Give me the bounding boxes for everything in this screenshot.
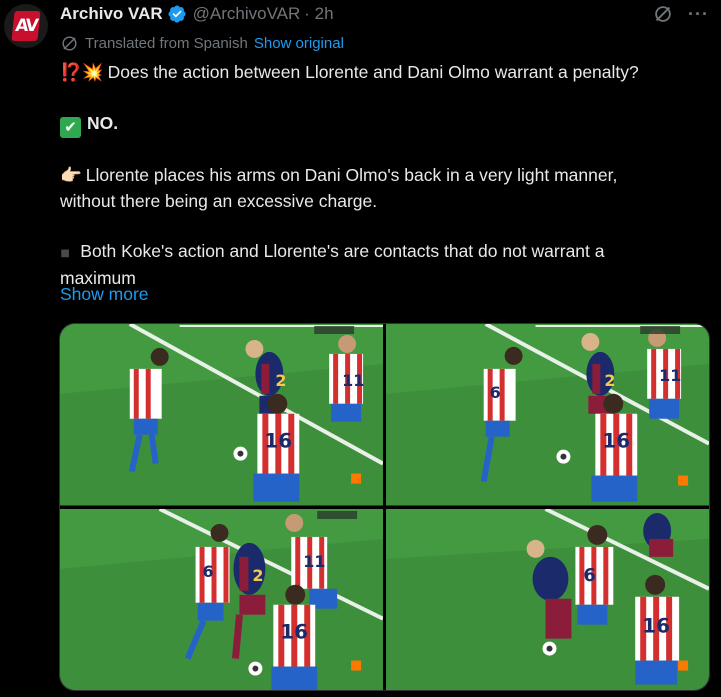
translation-label: Translated from Spanish xyxy=(85,34,248,52)
media-grid: 2 11 16 2 11 16 6 2 11 6 16 6 16 xyxy=(59,323,710,691)
show-more-link[interactable]: Show more xyxy=(60,284,149,305)
svg-text:11: 11 xyxy=(659,366,681,385)
photo-2-scene: 2 11 16 6 xyxy=(386,324,709,506)
tweet-line-1-text: Does the action between Llorente and Dan… xyxy=(107,62,639,82)
media-photo-3[interactable]: 2 11 6 16 xyxy=(60,508,383,690)
tweet-line-3a-text: Llorente places his arms on Dani Olmo's … xyxy=(85,165,618,185)
media-photo-2[interactable]: 2 11 16 6 xyxy=(386,324,709,506)
verified-badge-icon[interactable] xyxy=(167,4,187,24)
svg-text:6: 6 xyxy=(583,564,595,585)
globe-icon xyxy=(62,35,77,51)
photo-4-scene: 6 16 xyxy=(386,508,709,690)
tweet-line-3a: 👉🏻 Llorente places his arms on Dani Olmo'… xyxy=(60,163,710,189)
timestamp[interactable]: · 2h xyxy=(304,4,333,24)
svg-text:6: 6 xyxy=(490,383,501,402)
avatar-logo: AV xyxy=(11,11,41,41)
author-handle[interactable]: @ArchivoVAR xyxy=(193,4,301,24)
show-original-link[interactable]: Show original xyxy=(254,35,344,52)
svg-text:2: 2 xyxy=(604,371,615,390)
svg-text:16: 16 xyxy=(602,429,630,453)
svg-text:2: 2 xyxy=(252,565,263,584)
media-photo-1[interactable]: 2 11 16 xyxy=(60,324,383,506)
photo-3-scene: 2 11 6 16 xyxy=(60,508,383,690)
svg-text:11: 11 xyxy=(303,551,325,570)
tweet-line-1: ⁉️💥 Does the action between Llorente and … xyxy=(60,60,710,86)
svg-text:16: 16 xyxy=(642,613,670,637)
svg-text:16: 16 xyxy=(280,619,308,643)
tweet-line-4a-text: Both Koke's action and Llorente's are co… xyxy=(80,241,605,261)
interrobang-collision-icon: ⁉️💥 xyxy=(60,63,104,83)
tweet-text: ⁉️💥 Does the action between Llorente and … xyxy=(60,60,710,291)
svg-text:16: 16 xyxy=(264,429,292,453)
more-icon[interactable]: ··· xyxy=(688,5,709,23)
tweet-line-4a: ◾ Both Koke's action and Llorente's are c… xyxy=(60,239,710,266)
black-square-icon: ◾ xyxy=(60,245,71,261)
photo-1-scene: 2 11 16 xyxy=(60,324,383,506)
tweet-line-2-text: NO. xyxy=(87,113,119,133)
tweet-line-4b: maximum xyxy=(60,268,136,288)
pointing-hand-icon: 👉🏻 xyxy=(60,166,82,186)
tweet-line-3b: without there being an excessive charge. xyxy=(60,191,378,211)
svg-text:2: 2 xyxy=(275,371,286,390)
tweet-header: Archivo VAR @ArchivoVAR · 2h ··· xyxy=(60,2,709,26)
svg-text:11: 11 xyxy=(342,371,364,390)
check-mark-icon: ✔ xyxy=(60,117,81,138)
media-photo-4[interactable]: 6 16 xyxy=(386,508,709,690)
tweet-line-2: ✔ NO. xyxy=(60,111,710,138)
svg-text:6: 6 xyxy=(203,561,214,580)
grok-icon[interactable] xyxy=(652,3,674,25)
translation-notice: Translated from Spanish Show original xyxy=(60,32,344,54)
avatar[interactable]: AV xyxy=(4,4,48,48)
author-name[interactable]: Archivo VAR xyxy=(60,4,163,24)
